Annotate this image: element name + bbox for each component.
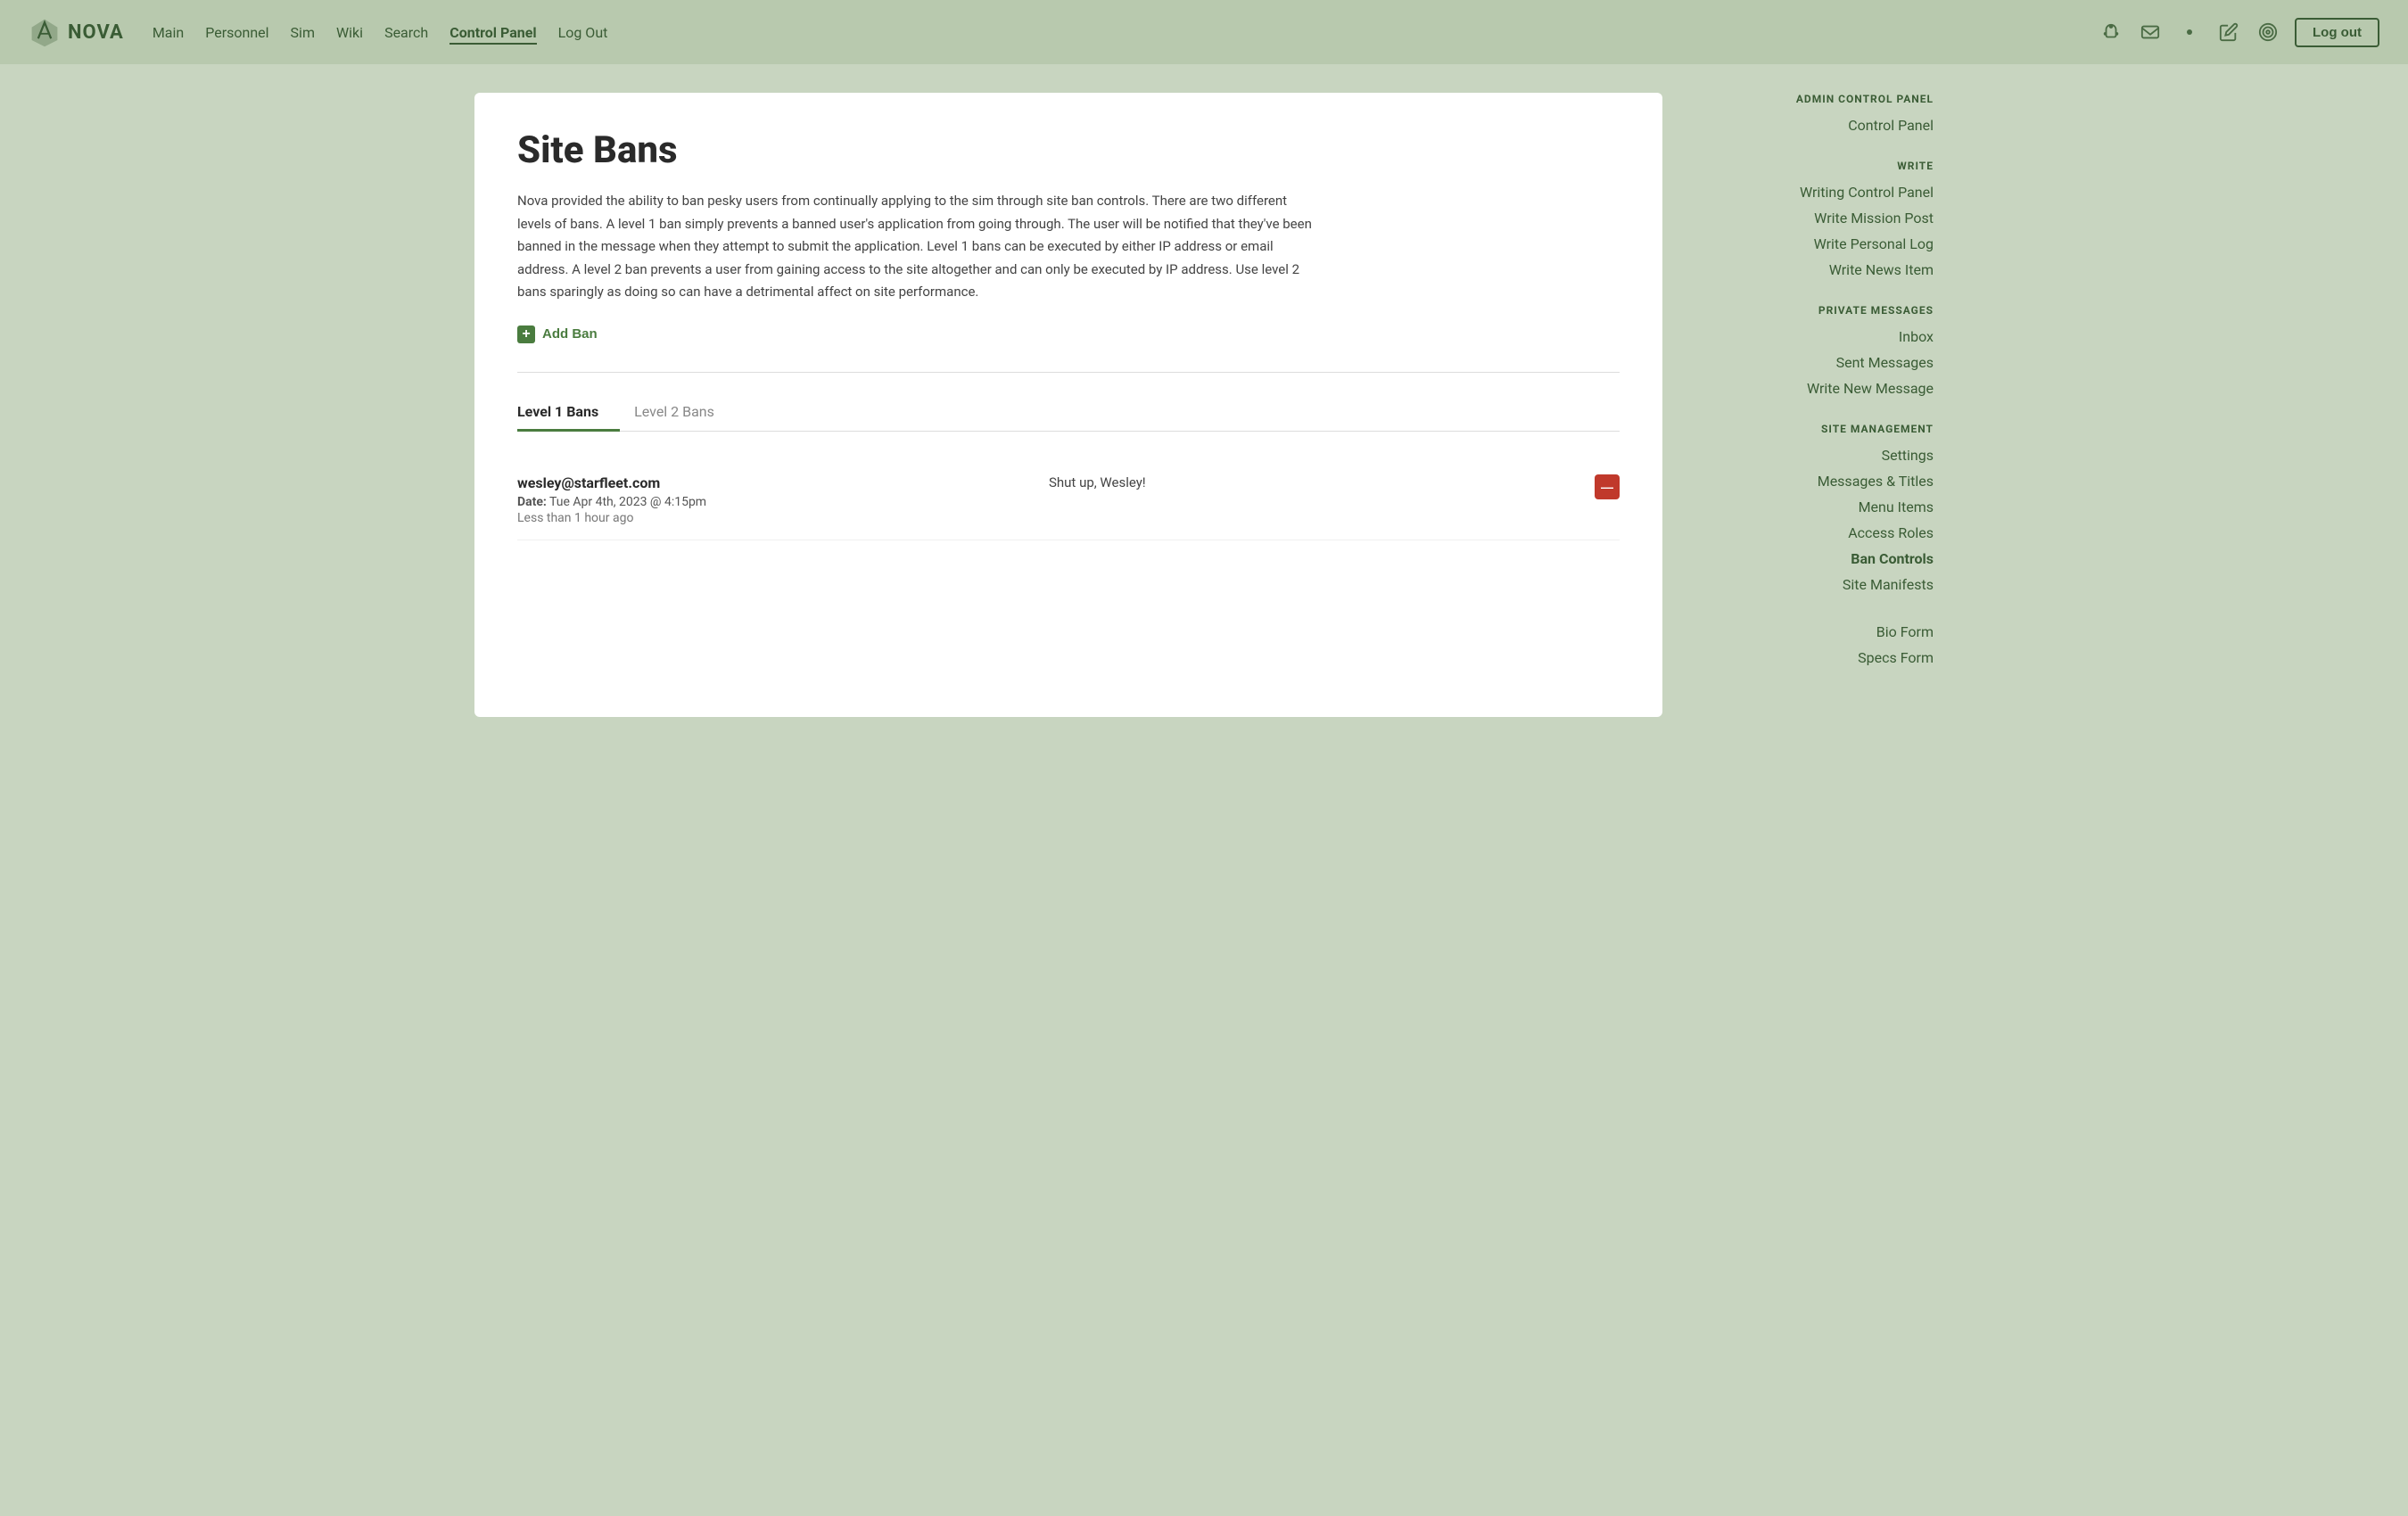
nav-main[interactable]: Main (153, 21, 184, 45)
logout-button[interactable]: Log out (2295, 18, 2379, 47)
sidebar-section-title-admin: ADMIN CONTROL PANEL (1684, 93, 1934, 105)
ban-email: wesley@starfleet.com (517, 474, 1049, 491)
sidebar-section-forms: Bio Form Specs Form (1684, 619, 1934, 671)
logo-text: NOVA (68, 21, 124, 44)
sidebar-link-access-roles[interactable]: Access Roles (1684, 520, 1934, 546)
navbar-right: Log out (2099, 18, 2379, 47)
main-content: Site Bans Nova provided the ability to b… (474, 93, 1662, 717)
navbar: NOVA Main Personnel Sim Wiki Search Cont… (0, 0, 2408, 64)
sidebar-link-write-news-item[interactable]: Write News Item (1684, 257, 1934, 283)
navbar-left: NOVA Main Personnel Sim Wiki Search Cont… (29, 16, 607, 48)
sidebar-link-write-new-message[interactable]: Write New Message (1684, 375, 1934, 401)
sidebar-link-writing-control-panel[interactable]: Writing Control Panel (1684, 179, 1934, 205)
bell-icon[interactable] (2099, 20, 2123, 45)
ban-relative-time: Less than 1 hour ago (517, 511, 1049, 525)
sidebar-section-private-messages: PRIVATE MESSAGES Inbox Sent Messages Wri… (1684, 304, 1934, 401)
nav-logout[interactable]: Log Out (558, 21, 608, 45)
dot-icon (2177, 20, 2202, 45)
page-title: Site Bans (517, 128, 1620, 172)
ban-info: wesley@starfleet.com Date: Tue Apr 4th, … (517, 474, 1049, 525)
sidebar-section-title-site: SITE MANAGEMENT (1684, 423, 1934, 435)
sidebar-link-messages-titles[interactable]: Messages & Titles (1684, 468, 1934, 494)
sidebar-link-settings[interactable]: Settings (1684, 442, 1934, 468)
sidebar-link-site-manifests[interactable]: Site Manifests (1684, 572, 1934, 597)
envelope-icon[interactable] (2138, 20, 2163, 45)
add-ban-label: Add Ban (542, 326, 598, 342)
ban-list: wesley@starfleet.com Date: Tue Apr 4th, … (517, 460, 1620, 540)
ban-reason: Shut up, Wesley! (1049, 474, 1580, 490)
sidebar-section-title-pm: PRIVATE MESSAGES (1684, 304, 1934, 317)
add-ban-button[interactable]: + Add Ban (517, 325, 598, 343)
sidebar-link-ban-controls[interactable]: Ban Controls (1684, 546, 1934, 572)
nav-personnel[interactable]: Personnel (205, 21, 268, 45)
sidebar-section-site-management: SITE MANAGEMENT Settings Messages & Titl… (1684, 423, 1934, 597)
ban-date-label: Date: (517, 495, 547, 509)
sidebar-link-bio-form[interactable]: Bio Form (1684, 619, 1934, 645)
page-body: Site Bans Nova provided the ability to b… (446, 64, 1962, 746)
tab-level2-bans[interactable]: Level 2 Bans (634, 394, 736, 432)
page-description: Nova provided the ability to ban pesky u… (517, 190, 1320, 304)
nav-links: Main Personnel Sim Wiki Search Control P… (153, 24, 608, 41)
tabs: Level 1 Bans Level 2 Bans (517, 394, 1620, 432)
nav-search[interactable]: Search (384, 21, 428, 45)
ban-date-value: Tue Apr 4th, 2023 @ 4:15pm (549, 495, 706, 509)
ban-delete-button[interactable] (1595, 474, 1620, 499)
edit-icon[interactable] (2216, 20, 2241, 45)
nav-control-panel[interactable]: Control Panel (449, 21, 536, 45)
add-ban-icon: + (517, 325, 535, 343)
sidebar-link-sent-messages[interactable]: Sent Messages (1684, 350, 1934, 375)
sidebar-link-menu-items[interactable]: Menu Items (1684, 494, 1934, 520)
sidebar-section-write: WRITE Writing Control Panel Write Missio… (1684, 160, 1934, 283)
divider (517, 372, 1620, 373)
sidebar-section-admin: ADMIN CONTROL PANEL Control Panel (1684, 93, 1934, 138)
ban-date: Date: Tue Apr 4th, 2023 @ 4:15pm (517, 495, 1049, 509)
tab-level1-bans[interactable]: Level 1 Bans (517, 394, 620, 432)
nav-sim[interactable]: Sim (291, 21, 315, 45)
logo: NOVA (29, 16, 124, 48)
sidebar-link-specs-form[interactable]: Specs Form (1684, 645, 1934, 671)
sidebar-link-write-personal-log[interactable]: Write Personal Log (1684, 231, 1934, 257)
sidebar-link-inbox[interactable]: Inbox (1684, 324, 1934, 350)
nav-wiki[interactable]: Wiki (336, 21, 363, 45)
sidebar-link-control-panel[interactable]: Control Panel (1684, 112, 1934, 138)
sidebar-section-title-write: WRITE (1684, 160, 1934, 172)
sidebar: ADMIN CONTROL PANEL Control Panel WRITE … (1684, 93, 1934, 717)
sidebar-link-write-mission-post[interactable]: Write Mission Post (1684, 205, 1934, 231)
nova-logo-icon (29, 16, 61, 48)
target-icon[interactable] (2255, 20, 2280, 45)
table-row: wesley@starfleet.com Date: Tue Apr 4th, … (517, 460, 1620, 540)
